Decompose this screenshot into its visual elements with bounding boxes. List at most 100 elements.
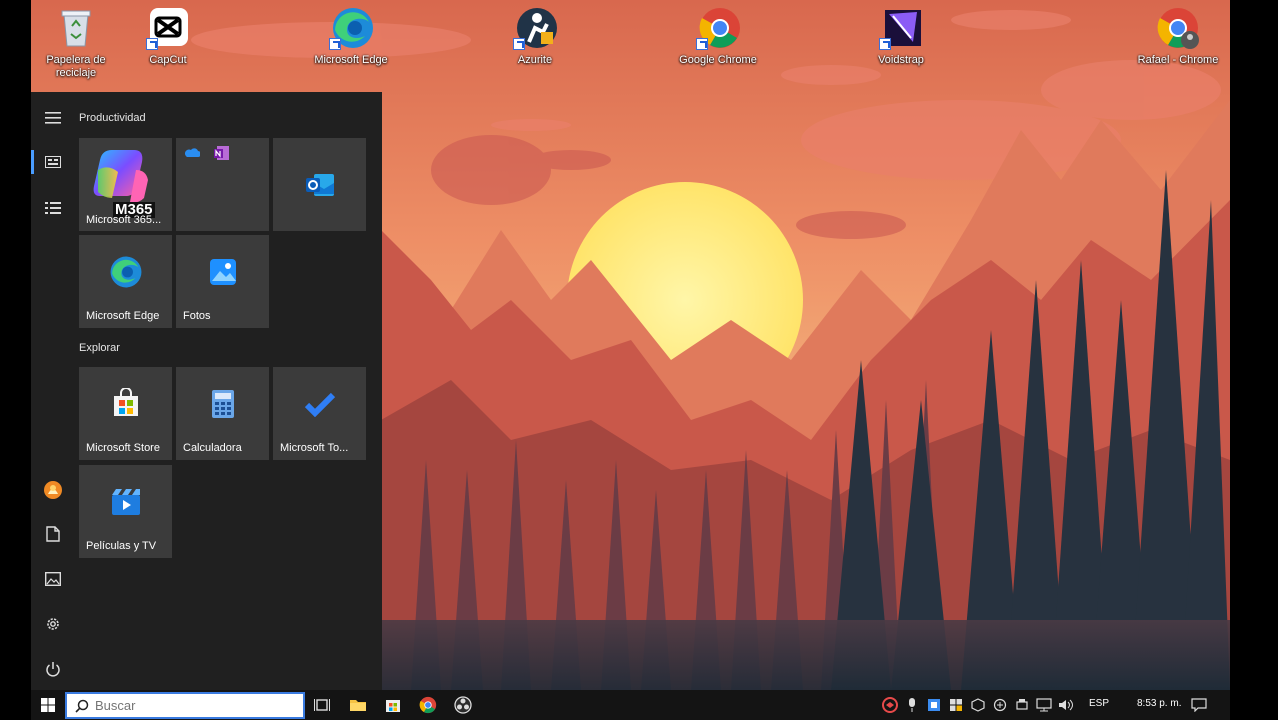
taskbar-chrome[interactable] [418, 695, 438, 715]
photos-icon [209, 259, 236, 286]
shortcut-arrow-icon [879, 38, 891, 50]
chrome-icon [419, 696, 437, 714]
tiles-view-button[interactable] [31, 142, 75, 182]
todo-check-icon [304, 393, 335, 418]
tile-label: Microsoft Store [86, 442, 160, 454]
start-menu: Productividad M365 Microsoft 365... Micr… [31, 92, 382, 690]
obs-icon [454, 696, 472, 714]
tile-fotos[interactable]: Fotos [176, 235, 269, 328]
capcut-icon [146, 6, 190, 50]
search-input[interactable] [95, 698, 285, 713]
tile-office-folder[interactable] [176, 138, 269, 231]
pictures-button[interactable] [31, 559, 75, 599]
tray-usb[interactable] [1014, 697, 1030, 713]
network-icon [1036, 698, 1052, 712]
tray-bluetooth[interactable] [992, 697, 1008, 713]
desktop-icon-azurite[interactable]: Azurite [492, 6, 578, 67]
group-title-productividad[interactable]: Productividad [79, 112, 146, 124]
desktop-icon-label: Papelera de reciclaje [46, 54, 106, 79]
desktop-icon-voidstrap[interactable]: Voidstrap [858, 6, 944, 67]
list-icon [45, 202, 61, 214]
start-button[interactable] [31, 690, 64, 720]
tiles-icon [45, 156, 61, 168]
tray-network[interactable] [1036, 697, 1052, 713]
tray-defender[interactable] [948, 697, 964, 713]
tile-microsoft-365[interactable]: M365 Microsoft 365... [79, 138, 172, 231]
tray-dropbox-like[interactable] [970, 697, 986, 713]
shortcut-arrow-icon [329, 38, 341, 50]
desktop-icon-label: Google Chrome [679, 54, 757, 66]
tile-label: Microsoft 365... [86, 214, 162, 226]
power-icon [46, 662, 60, 677]
taskbar: ESP 8:53 p. m. [31, 690, 1230, 720]
desktop-icon-edge[interactable]: Microsoft Edge [308, 6, 394, 67]
tile-microsoft-todo[interactable]: Microsoft To... [273, 367, 366, 460]
taskbar-file-explorer[interactable] [348, 695, 368, 715]
desktop-icon-capcut[interactable]: CapCut [125, 6, 211, 67]
tray-microphone[interactable] [904, 697, 920, 713]
desktop-icon-label: CapCut [149, 54, 187, 66]
documents-button[interactable] [31, 514, 75, 554]
power-button[interactable] [31, 649, 75, 689]
desktop-icon-chrome-profile[interactable]: Rafael - Chrome [1135, 6, 1221, 67]
tile-calculadora[interactable]: Calculadora [176, 367, 269, 460]
desktop-icon-recycle-bin[interactable]: Papelera de reciclaje [33, 6, 119, 80]
blue-square-app-icon [928, 699, 940, 711]
clock[interactable]: 8:53 p. m. [1137, 698, 1181, 709]
group-title-explorar[interactable]: Explorar [79, 342, 120, 354]
hamburger-button[interactable] [31, 98, 75, 138]
chrome-profile-icon [1156, 6, 1200, 50]
task-view-button[interactable] [312, 695, 332, 715]
tile-label: Calculadora [183, 442, 242, 454]
shortcut-arrow-icon [696, 38, 708, 50]
movies-tv-icon [111, 489, 140, 516]
taskbar-store[interactable] [383, 695, 403, 715]
start-rail [31, 92, 75, 690]
desktop-icon-label: Azurite [517, 54, 553, 66]
language-indicator[interactable]: ESP [1089, 698, 1109, 709]
folder-icon [350, 700, 366, 711]
tile-outlook[interactable] [273, 138, 366, 231]
user-account-button[interactable] [31, 470, 75, 510]
gear-icon [47, 618, 59, 630]
tile-peliculas-tv[interactable]: Películas y TV [79, 465, 172, 558]
taskbar-app-obs[interactable] [453, 695, 473, 715]
speaker-icon [1059, 699, 1073, 711]
store-icon [113, 388, 138, 417]
tile-label: Microsoft Edge [86, 310, 160, 322]
edge-icon [329, 6, 373, 50]
shortcut-arrow-icon [146, 38, 158, 50]
taskbar-search-box[interactable] [65, 692, 305, 719]
usb-icon [1016, 699, 1028, 710]
onenote-icon [214, 146, 229, 160]
device-icon [993, 698, 1007, 712]
notification-icon [1191, 698, 1207, 712]
tray-volume[interactable] [1058, 697, 1074, 713]
tile-microsoft-store[interactable]: Microsoft Store [79, 367, 172, 460]
user-avatar-icon [44, 481, 62, 499]
chrome-icon [696, 6, 740, 50]
windows-security-icon [950, 699, 962, 711]
notification-center-button[interactable] [1191, 697, 1207, 713]
azurite-icon [513, 6, 557, 50]
calculator-icon [211, 390, 234, 419]
cube-icon [971, 698, 985, 712]
tray-app-icon[interactable] [882, 697, 898, 713]
hamburger-icon [45, 112, 61, 124]
tile-label: Películas y TV [86, 540, 157, 552]
tile-label: Fotos [183, 310, 211, 322]
copilot-m365-icon [93, 150, 148, 203]
tray-blue-app[interactable] [926, 697, 942, 713]
desktop-icon-label: Microsoft Edge [314, 54, 388, 66]
outlook-icon [305, 173, 334, 196]
onedrive-icon [185, 148, 200, 157]
settings-button[interactable] [31, 604, 75, 644]
recycle-bin-icon [54, 6, 98, 50]
all-apps-button[interactable] [31, 188, 75, 228]
desktop-icon-label: Voidstrap [878, 54, 924, 66]
microphone-icon [909, 698, 915, 712]
tile-microsoft-edge[interactable]: Microsoft Edge [79, 235, 172, 328]
document-icon [46, 526, 60, 542]
search-icon [75, 699, 89, 713]
desktop-icon-chrome[interactable]: Google Chrome [675, 6, 761, 67]
